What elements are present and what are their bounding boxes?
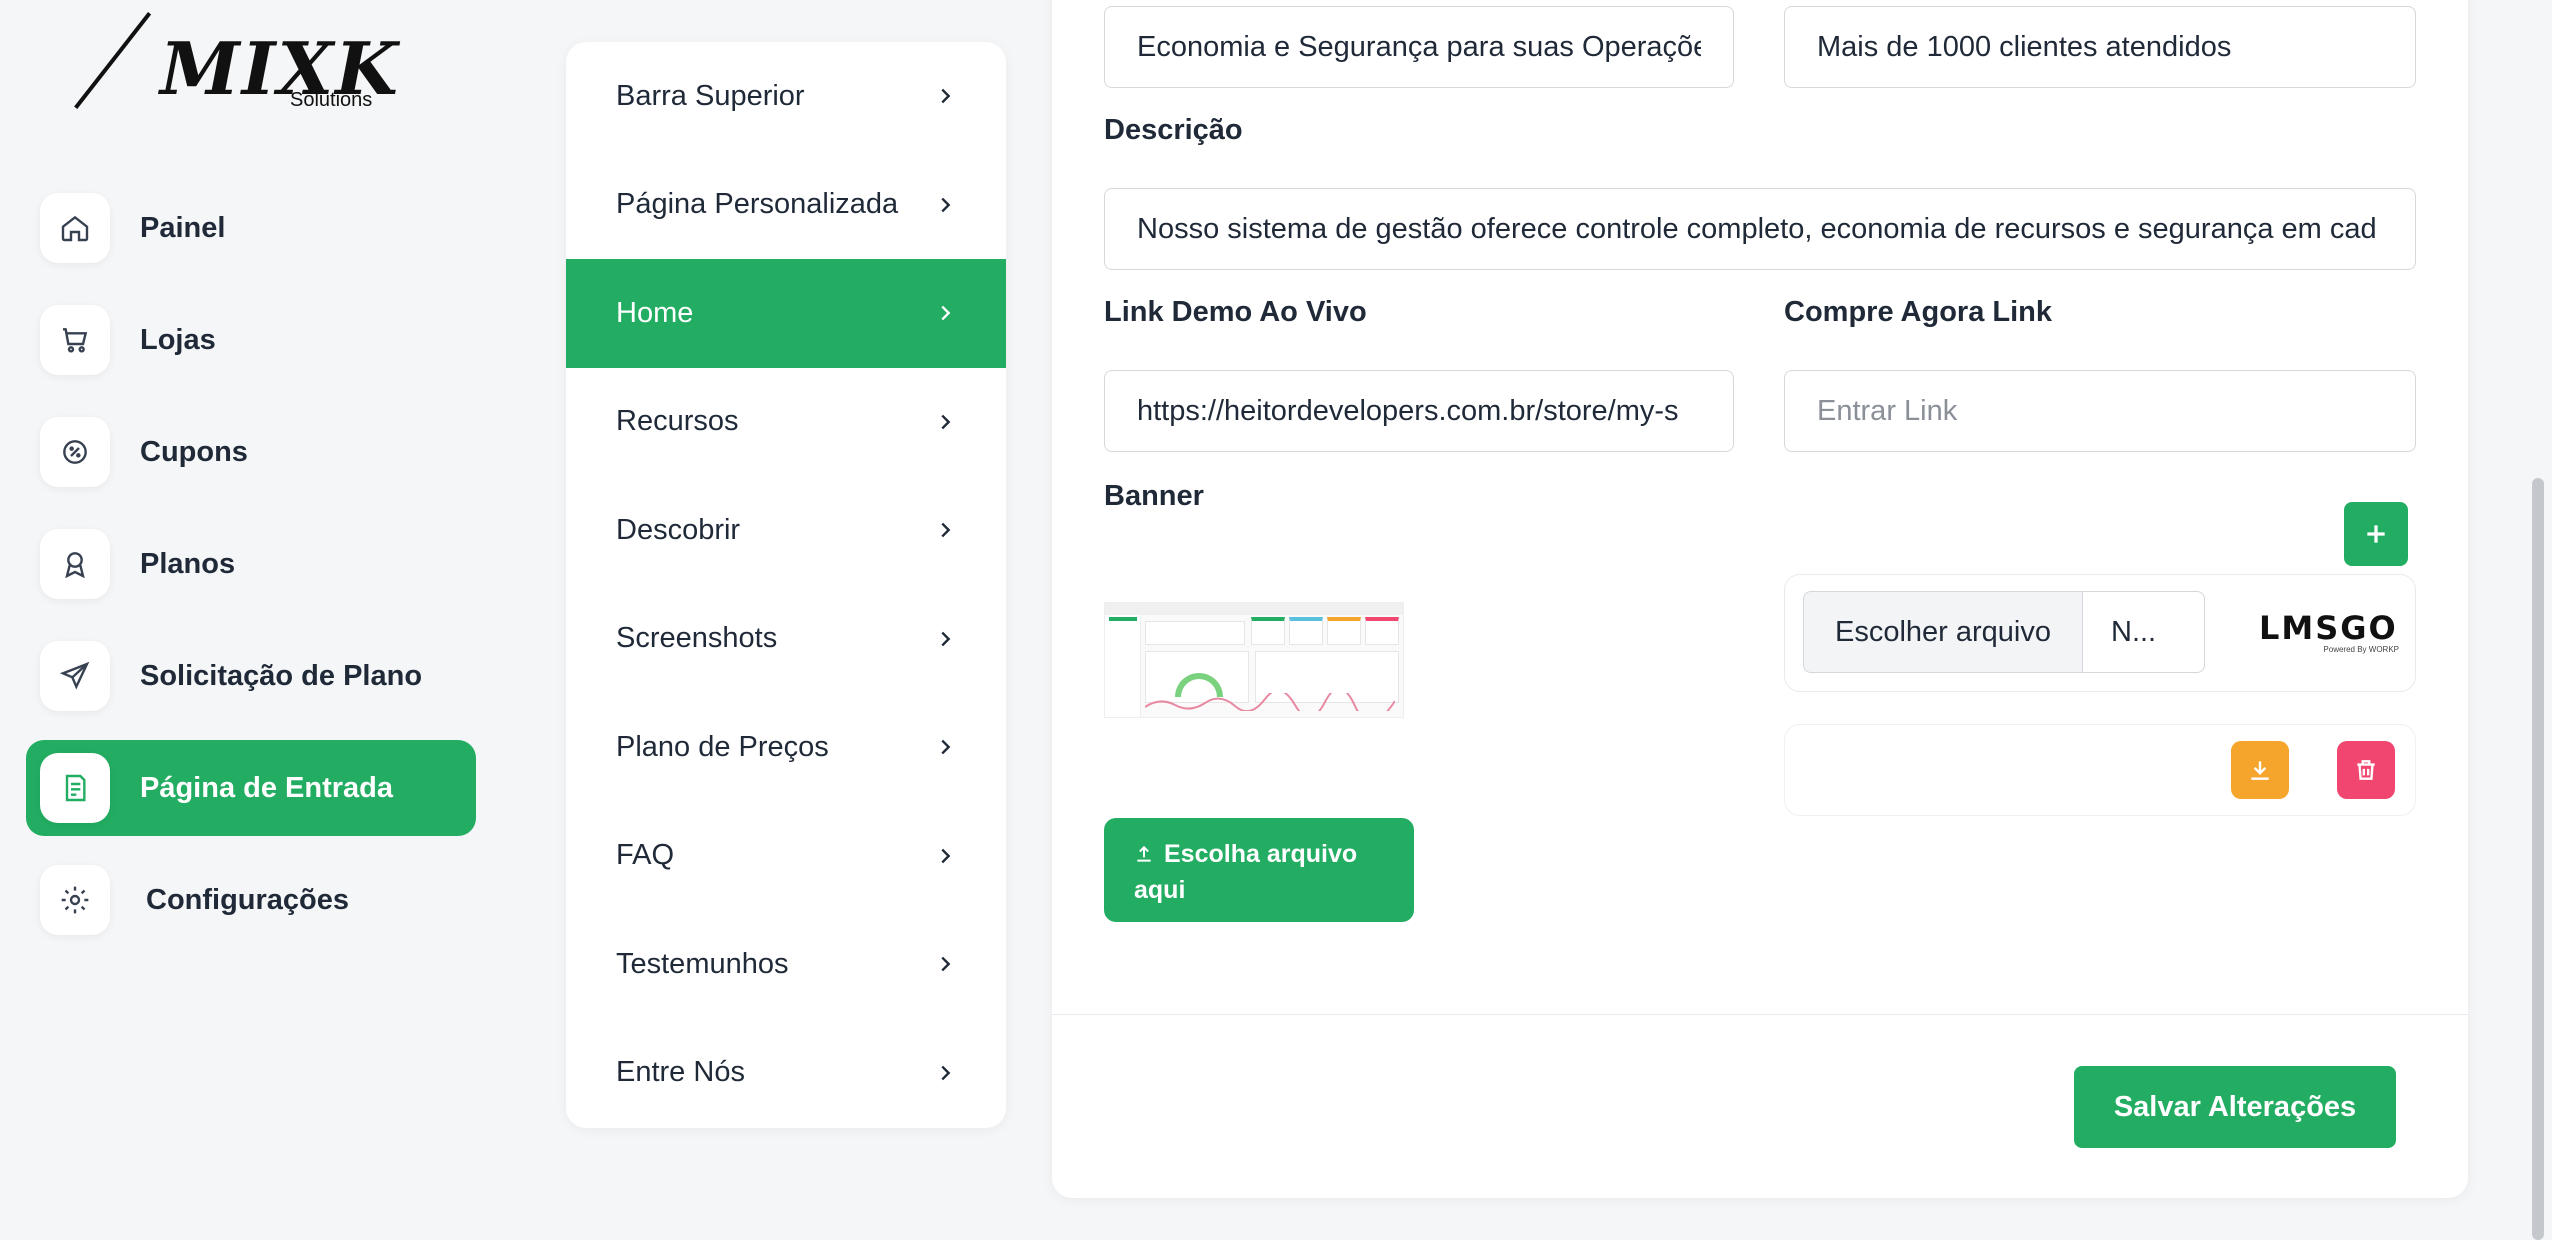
sidebar-item-cupons[interactable]: Cupons	[26, 404, 476, 500]
delete-button[interactable]	[2337, 741, 2395, 799]
thumb-panel	[1289, 617, 1323, 645]
submenu-item-pagina-personalizada[interactable]: Página Personalizada	[566, 151, 1006, 260]
uploaded-logo-text: LMSGO	[2259, 609, 2398, 647]
landing-submenu: Barra Superior Página Personalizada Home…	[566, 42, 1006, 1128]
thumb-panel	[1327, 617, 1361, 645]
home-settings-card: Descrição Link Demo Ao Vivo Compre Agora…	[1052, 0, 2468, 1198]
sidebar-item-planos[interactable]: Planos	[26, 516, 476, 612]
thumb-panel	[1145, 621, 1245, 645]
live-demo-label: Link Demo Ao Vivo	[1104, 296, 1367, 328]
sidebar-item-label: Configurações	[146, 883, 350, 916]
banner-label: Banner	[1104, 480, 1204, 512]
description-label: Descrição	[1104, 114, 1243, 146]
page: MIXK Solutions Painel Lojas Cupons Plano…	[0, 0, 2552, 1240]
submenu-item-testemunhos[interactable]: Testemunhos	[566, 910, 1006, 1019]
plus-icon	[2367, 525, 2385, 543]
banner-preview-image	[1104, 602, 1404, 718]
submenu-item-screenshots[interactable]: Screenshots	[566, 585, 1006, 694]
download-button[interactable]	[2231, 741, 2289, 799]
heading-input[interactable]	[1104, 6, 1734, 88]
sidebar-item-configuracoes[interactable]: Configurações	[26, 852, 476, 948]
logo-subtext: Solutions	[290, 89, 373, 111]
thumb-wave-chart	[1145, 693, 1395, 711]
submenu-item-label: Plano de Preços	[616, 730, 829, 763]
thumb-sidebar	[1105, 615, 1141, 717]
chevron-right-icon	[941, 848, 951, 864]
submenu-item-label: Página Personalizada	[616, 188, 899, 221]
chevron-right-icon	[941, 956, 951, 972]
thumb-topbar	[1105, 603, 1403, 615]
save-changes-button[interactable]: Salvar Alterações	[2074, 1066, 2396, 1148]
chevron-right-icon	[941, 305, 951, 321]
cart-icon	[40, 305, 110, 375]
submenu-item-barra-superior[interactable]: Barra Superior	[566, 42, 1006, 151]
document-icon	[40, 753, 110, 823]
chevron-right-icon	[941, 88, 951, 104]
submenu-item-label: FAQ	[616, 839, 675, 872]
submenu-item-label: Barra Superior	[616, 79, 805, 112]
chevron-right-icon	[941, 522, 951, 538]
sidebar-item-label: Planos	[140, 547, 236, 580]
upload-banner-button[interactable]: Escolha arquivo aqui	[1104, 818, 1414, 922]
submenu-item-plano-precos[interactable]: Plano de Preços	[566, 693, 1006, 802]
sidebar-item-label: Cupons	[140, 435, 248, 468]
sidebar-item-lojas[interactable]: Lojas	[26, 292, 476, 388]
submenu-item-label: Testemunhos	[616, 947, 789, 980]
subtitle-input[interactable]	[1784, 6, 2416, 88]
submenu-item-faq[interactable]: FAQ	[566, 802, 1006, 911]
trash-icon	[2357, 760, 2375, 780]
thumb-panel	[1365, 617, 1399, 645]
file-upload-row: Escolher arquivo N... LMSGO Powered By W…	[1784, 574, 2416, 692]
chevron-right-icon	[941, 739, 951, 755]
chevron-right-icon	[941, 414, 951, 430]
sidebar-item-painel[interactable]: Painel	[26, 180, 476, 276]
chevron-right-icon	[941, 631, 951, 647]
file-name-display: N...	[2081, 591, 2205, 673]
file-actions-row	[1784, 724, 2416, 816]
sidebar-item-label: Lojas	[140, 323, 216, 356]
logo[interactable]: MIXK Solutions	[74, 6, 400, 116]
logo-slash	[74, 12, 152, 110]
home-icon	[40, 193, 110, 263]
chevron-right-icon	[941, 197, 951, 213]
submenu-item-label: Entre Nós	[616, 1056, 745, 1089]
sidebar-item-label: Página de Entrada	[140, 771, 394, 804]
description-input[interactable]	[1104, 188, 2416, 270]
upload-banner-label: Escolha arquivo aqui	[1134, 840, 1358, 904]
submenu-item-entre-nos[interactable]: Entre Nós	[566, 1019, 1006, 1128]
thumb-panel	[1251, 617, 1285, 645]
live-demo-input[interactable]	[1104, 370, 1734, 452]
chevron-right-icon	[941, 1065, 951, 1081]
sidebar-item-solicitacao[interactable]: Solicitação de Plano	[26, 628, 476, 724]
submenu-item-label: Recursos	[616, 405, 739, 438]
uploaded-logo-image: LMSGO Powered By WORKP	[2259, 609, 2399, 659]
thumb-accent	[1109, 617, 1137, 621]
submenu-item-label: Home	[616, 296, 694, 329]
submenu-item-home[interactable]: Home	[566, 259, 1006, 368]
submenu-item-label: Screenshots	[616, 622, 778, 655]
submenu-item-recursos[interactable]: Recursos	[566, 368, 1006, 477]
buy-now-label: Compre Agora Link	[1784, 296, 2053, 328]
sidebar-nav: Painel Lojas Cupons Planos Solicitação d…	[26, 180, 476, 964]
sidebar-item-pagina-entrada[interactable]: Página de Entrada	[26, 740, 476, 836]
buy-now-input[interactable]	[1784, 370, 2416, 452]
gear-icon	[40, 865, 110, 935]
upload-icon	[1134, 838, 1154, 862]
send-icon	[40, 641, 110, 711]
award-icon	[40, 529, 110, 599]
file-choose-button[interactable]: Escolher arquivo	[1803, 591, 2083, 673]
submenu-item-label: Descobrir	[616, 513, 741, 546]
submenu-item-descobrir[interactable]: Descobrir	[566, 476, 1006, 585]
download-icon	[2251, 761, 2269, 780]
card-divider	[1052, 1014, 2468, 1015]
add-item-button[interactable]	[2344, 502, 2408, 566]
sidebar-item-label: Painel	[140, 211, 226, 244]
coupon-icon	[40, 417, 110, 487]
page-scrollbar[interactable]	[2532, 478, 2544, 1240]
sidebar-item-label: Solicitação de Plano	[140, 659, 423, 692]
